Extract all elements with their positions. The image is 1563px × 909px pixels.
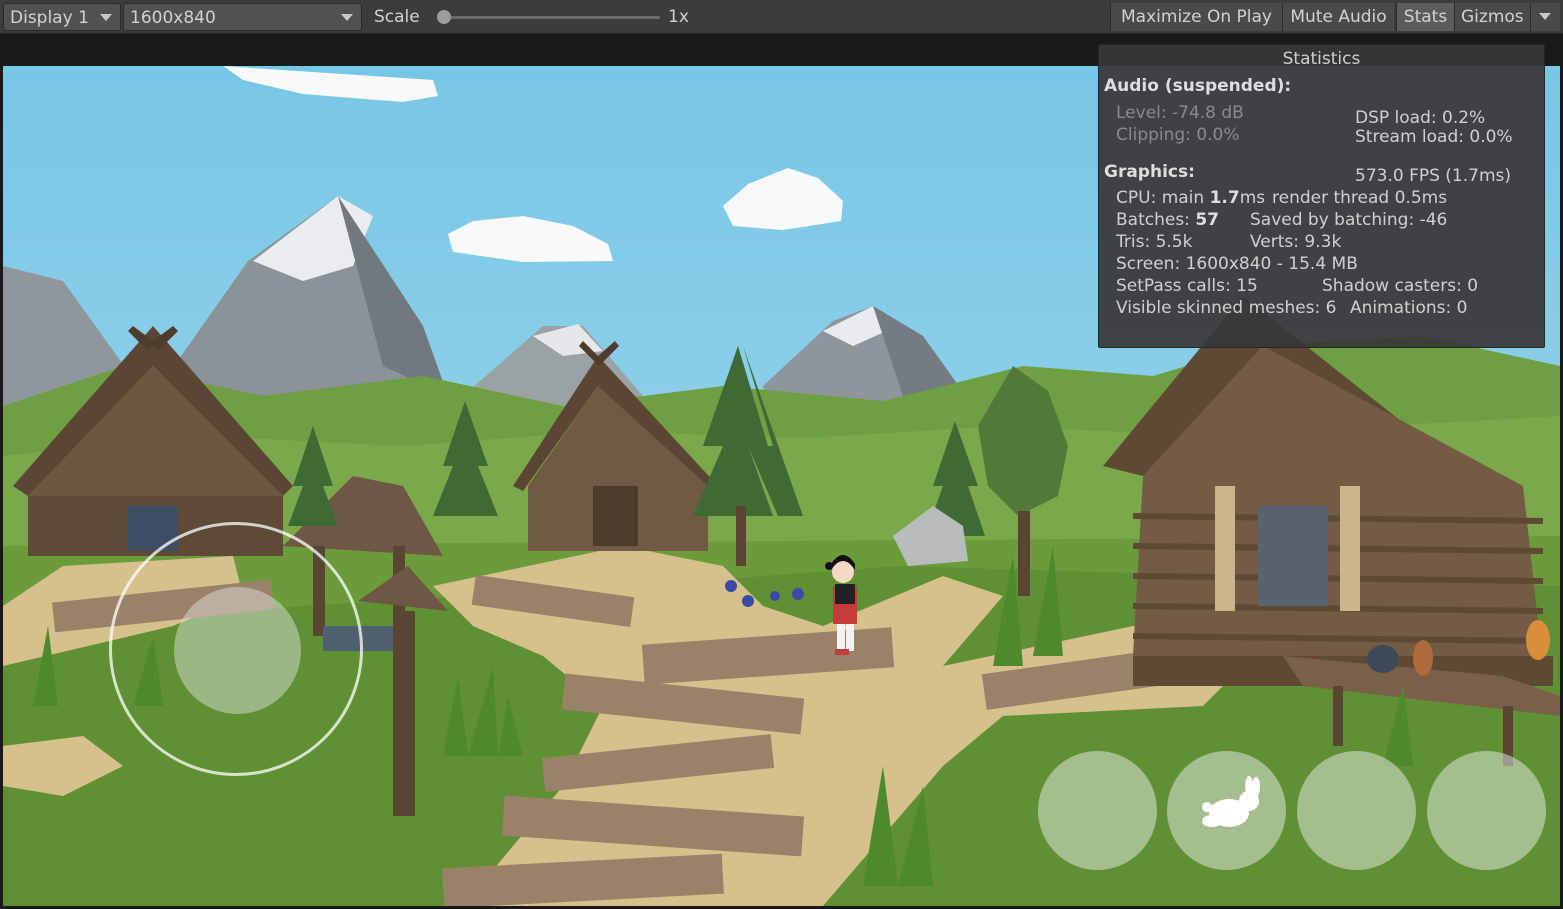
gizmos-button[interactable]: Gizmos bbox=[1454, 3, 1530, 31]
chevron-down-icon bbox=[1539, 13, 1551, 20]
cpu-main-value: 1.7 bbox=[1209, 188, 1240, 208]
display-label: Display 1 bbox=[10, 8, 89, 28]
game-view-toolbar: Display 1 1600x840 Scale 1x Maximize On … bbox=[0, 0, 1563, 34]
chevron-down-icon bbox=[341, 14, 353, 21]
render-thread: render thread 0.5ms bbox=[1272, 188, 1448, 208]
verts: Verts: 9.3k bbox=[1250, 232, 1342, 252]
jump-button[interactable] bbox=[1167, 751, 1286, 870]
chevron-down-icon bbox=[100, 14, 112, 21]
shadow-casters: Shadow casters: 0 bbox=[1322, 276, 1479, 296]
rabbit-icon bbox=[1202, 776, 1260, 827]
batches-label: Batches: bbox=[1116, 210, 1196, 230]
setpass-calls: SetPass calls: 15 bbox=[1116, 276, 1258, 296]
scale-label: Scale bbox=[374, 7, 420, 27]
tris: Tris: 5.5k bbox=[1116, 232, 1193, 252]
resolution-label: 1600x840 bbox=[130, 8, 216, 28]
batches-value: 57 bbox=[1195, 210, 1219, 230]
screen-info: Screen: 1600x840 - 15.4 MB bbox=[1116, 254, 1358, 274]
resolution-dropdown[interactable]: 1600x840 bbox=[123, 3, 362, 31]
dsp-load: DSP load: 0.2% bbox=[1355, 108, 1486, 128]
visible-skinned-meshes: Visible skinned meshes: 6 bbox=[1116, 298, 1337, 318]
graphics-header: Graphics: bbox=[1104, 162, 1195, 182]
audio-header: Audio (suspended): bbox=[1104, 76, 1292, 96]
action-button-1[interactable] bbox=[1038, 751, 1157, 870]
action-button-4[interactable] bbox=[1427, 751, 1546, 870]
virtual-joystick-knob[interactable] bbox=[174, 587, 301, 714]
scale-slider-track[interactable] bbox=[444, 16, 660, 19]
action-button-3[interactable] bbox=[1297, 751, 1416, 870]
gizmos-dropdown[interactable] bbox=[1530, 3, 1560, 31]
batches: Batches: 57 bbox=[1116, 210, 1219, 230]
fps-readout: 573.0 FPS (1.7ms) bbox=[1355, 166, 1512, 186]
stream-load: Stream load: 0.0% bbox=[1355, 127, 1513, 147]
maximize-on-play-button[interactable]: Maximize On Play bbox=[1110, 3, 1282, 31]
cpu-main-label: CPU: main bbox=[1116, 188, 1210, 208]
cpu-main-unit: ms bbox=[1239, 188, 1266, 208]
statistics-panel: Statistics Audio (suspended): Level: -74… bbox=[1098, 44, 1545, 348]
stats-button[interactable]: Stats bbox=[1396, 3, 1454, 31]
saved-by-batching: Saved by batching: -46 bbox=[1250, 210, 1448, 230]
animations: Animations: 0 bbox=[1350, 298, 1468, 318]
mute-audio-button[interactable]: Mute Audio bbox=[1282, 3, 1394, 31]
scale-slider-thumb[interactable] bbox=[437, 10, 451, 24]
scale-value: 1x bbox=[668, 7, 689, 27]
cpu-main: CPU: main 1.7ms bbox=[1116, 188, 1265, 208]
audio-level: Level: -74.8 dB bbox=[1116, 103, 1244, 123]
audio-clipping: Clipping: 0.0% bbox=[1116, 125, 1240, 145]
display-dropdown[interactable]: Display 1 bbox=[3, 3, 121, 31]
statistics-title: Statistics bbox=[1282, 49, 1361, 69]
